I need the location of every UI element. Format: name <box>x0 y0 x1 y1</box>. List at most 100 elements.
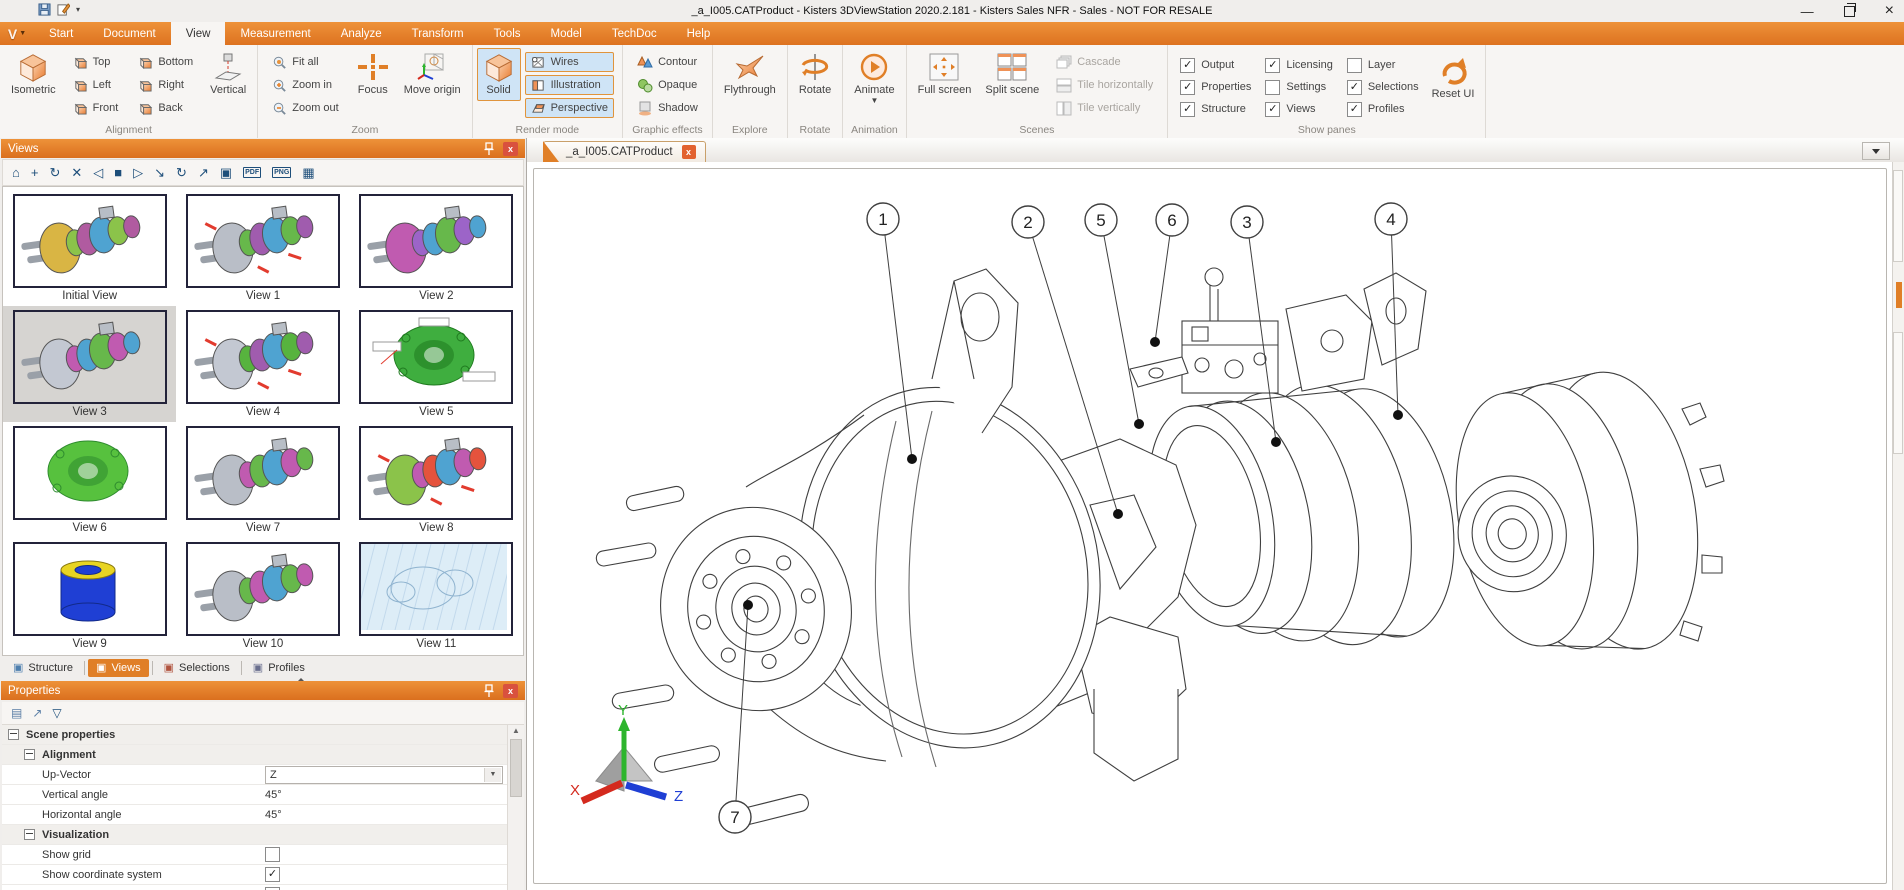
menu-tab-document[interactable]: Document <box>88 22 170 45</box>
copy-properties-icon[interactable]: ▤ <box>11 706 22 720</box>
panel-tab-selections[interactable]: ▣Selections <box>156 659 238 677</box>
perspective-button[interactable]: Perspective <box>525 98 614 118</box>
menu-tab-tools[interactable]: Tools <box>479 22 536 45</box>
reset-ui-button[interactable]: Reset UI <box>1425 52 1482 105</box>
property-row-show-coordinate-system[interactable]: Show coordinate system✓ <box>2 865 507 885</box>
split-scene-button[interactable]: Split scene <box>978 48 1046 101</box>
app-menu-button[interactable]: V ▼ <box>0 22 34 45</box>
collapse-icon[interactable] <box>24 749 35 760</box>
zoom-out-button[interactable]: Zoom out <box>266 98 344 118</box>
property-row-up-vector[interactable]: Up-VectorZ▼ <box>2 765 507 785</box>
views-pane-close-icon[interactable]: x <box>503 142 518 156</box>
solid-button[interactable]: Solid <box>477 48 521 101</box>
property-dropdown[interactable]: Z▼ <box>265 766 503 784</box>
export-png-icon[interactable]: PNG <box>272 167 291 178</box>
vertical-button[interactable]: Vertical <box>203 48 253 101</box>
export-pdf-icon[interactable]: PDF <box>243 167 261 178</box>
checkbox-icon[interactable] <box>265 847 280 862</box>
panel-tab-views[interactable]: ▣Views <box>88 659 149 677</box>
view-thumbnail[interactable]: View 2 <box>350 190 523 306</box>
panel-tab-profiles[interactable]: ▣Profiles <box>245 659 313 677</box>
top-view-button[interactable]: Top <box>67 52 125 72</box>
filter-properties-icon[interactable]: ▽ <box>52 706 61 720</box>
scroll-up-icon[interactable]: ▲ <box>508 726 524 735</box>
stop-playback-icon[interactable]: ■ <box>114 166 122 179</box>
quick-access-options-icon[interactable]: ▾ <box>76 5 80 14</box>
property-row-show-grid[interactable]: Show grid <box>2 845 507 865</box>
copy-image-icon[interactable]: ▣ <box>220 166 232 179</box>
collapse-icon[interactable] <box>24 829 35 840</box>
play-backward-icon[interactable]: ◁ <box>93 166 103 179</box>
save-icon[interactable] <box>38 3 51 16</box>
restore-button[interactable] <box>1844 6 1855 17</box>
view-thumbnail[interactable]: View 7 <box>176 422 349 538</box>
update-view-icon[interactable]: ↻ <box>49 166 60 179</box>
pin-icon[interactable] <box>483 142 495 156</box>
pane-toggle-structure[interactable]: ✓Structure <box>1180 102 1251 117</box>
property-row-vertical-angle[interactable]: Vertical angle45° <box>2 785 507 805</box>
move-origin-button[interactable]: Move origin <box>397 48 468 101</box>
scene-canvas[interactable]: X Y Z 1256347 <box>527 162 1893 890</box>
view-thumbnail[interactable]: View 5 <box>350 306 523 422</box>
edit-icon[interactable] <box>57 3 70 16</box>
pane-toggle-output[interactable]: ✓Output <box>1180 58 1251 73</box>
export-view-icon[interactable]: ↗ <box>198 166 209 179</box>
menu-tab-techdoc[interactable]: TechDoc <box>597 22 672 45</box>
collapse-icon[interactable] <box>8 729 19 740</box>
back-view-button[interactable]: Back <box>132 98 199 118</box>
property-row-use-point-size[interactable]: Use point size✓ <box>2 885 507 890</box>
pane-toggle-selections[interactable]: ✓Selections <box>1347 80 1419 95</box>
right-scrollbar-thumb[interactable] <box>1896 282 1902 308</box>
pane-toggle-settings[interactable]: Settings <box>1265 80 1332 95</box>
contour-button[interactable]: Contour <box>631 52 704 72</box>
illustration-button[interactable]: Illustration <box>525 75 614 95</box>
scrollbar-thumb[interactable] <box>510 739 522 797</box>
play-forward-icon[interactable]: ▷ <box>133 166 143 179</box>
view-thumbnail[interactable]: View 9 <box>3 538 176 654</box>
view-thumbnail[interactable]: View 8 <box>350 422 523 538</box>
left-view-button[interactable]: Left <box>67 75 125 95</box>
menu-tab-help[interactable]: Help <box>672 22 726 45</box>
pane-toggle-layer[interactable]: Layer <box>1347 58 1419 73</box>
properties-scrollbar[interactable]: ▲ <box>507 725 524 890</box>
pin-icon[interactable] <box>483 684 495 698</box>
add-view-icon[interactable]: + <box>31 166 39 179</box>
shadow-button[interactable]: Shadow <box>631 98 704 118</box>
zoom-in-button[interactable]: Zoom in <box>266 75 344 95</box>
refresh-views-icon[interactable]: ↻ <box>176 166 187 179</box>
home-view-icon[interactable]: ⌂ <box>12 166 20 179</box>
opaque-button[interactable]: Opaque <box>631 75 704 95</box>
tile-vertically-button[interactable]: Tile vertically <box>1050 98 1159 118</box>
view-thumbnail[interactable]: View 3 <box>3 306 176 422</box>
menu-tab-transform[interactable]: Transform <box>397 22 479 45</box>
view-thumbnail[interactable]: View 10 <box>176 538 349 654</box>
checkbox-icon[interactable]: ✓ <box>265 867 280 882</box>
tile-horizontally-button[interactable]: Tile horizontally <box>1050 75 1159 95</box>
flythrough-button[interactable]: Flythrough <box>717 48 783 101</box>
fit-view-icon[interactable]: ↘ <box>154 166 165 179</box>
gallery-icon[interactable]: ▦ <box>302 166 314 179</box>
close-button[interactable]: × <box>1885 3 1894 19</box>
isometric-button[interactable]: Isometric <box>4 48 63 101</box>
bottom-view-button[interactable]: Bottom <box>132 52 199 72</box>
pane-toggle-properties[interactable]: ✓Properties <box>1180 80 1251 95</box>
pane-toggle-views[interactable]: ✓Views <box>1265 102 1332 117</box>
animate-dropdown-caret-icon[interactable]: ▼ <box>870 99 878 103</box>
menu-tab-start[interactable]: Start <box>34 22 88 45</box>
property-row-horizontal-angle[interactable]: Horizontal angle45° <box>2 805 507 825</box>
menu-tab-analyze[interactable]: Analyze <box>326 22 397 45</box>
menu-tab-measurement[interactable]: Measurement <box>225 22 325 45</box>
right-view-button[interactable]: Right <box>132 75 199 95</box>
properties-pane-close-icon[interactable]: x <box>503 684 518 698</box>
tab-list-dropdown-button[interactable] <box>1862 142 1890 160</box>
minimize-button[interactable]: — <box>1801 5 1814 18</box>
fit-all-button[interactable]: Fit all <box>266 52 344 72</box>
view-thumbnail[interactable]: View 1 <box>176 190 349 306</box>
menu-tab-view[interactable]: View <box>171 22 226 45</box>
pane-toggle-profiles[interactable]: ✓Profiles <box>1347 102 1419 117</box>
document-tab-close-icon[interactable]: x <box>682 145 696 159</box>
delete-view-icon[interactable]: ✕ <box>71 166 82 179</box>
view-thumbnail[interactable]: View 6 <box>3 422 176 538</box>
pane-toggle-licensing[interactable]: ✓Licensing <box>1265 58 1332 73</box>
menu-tab-model[interactable]: Model <box>536 22 597 45</box>
